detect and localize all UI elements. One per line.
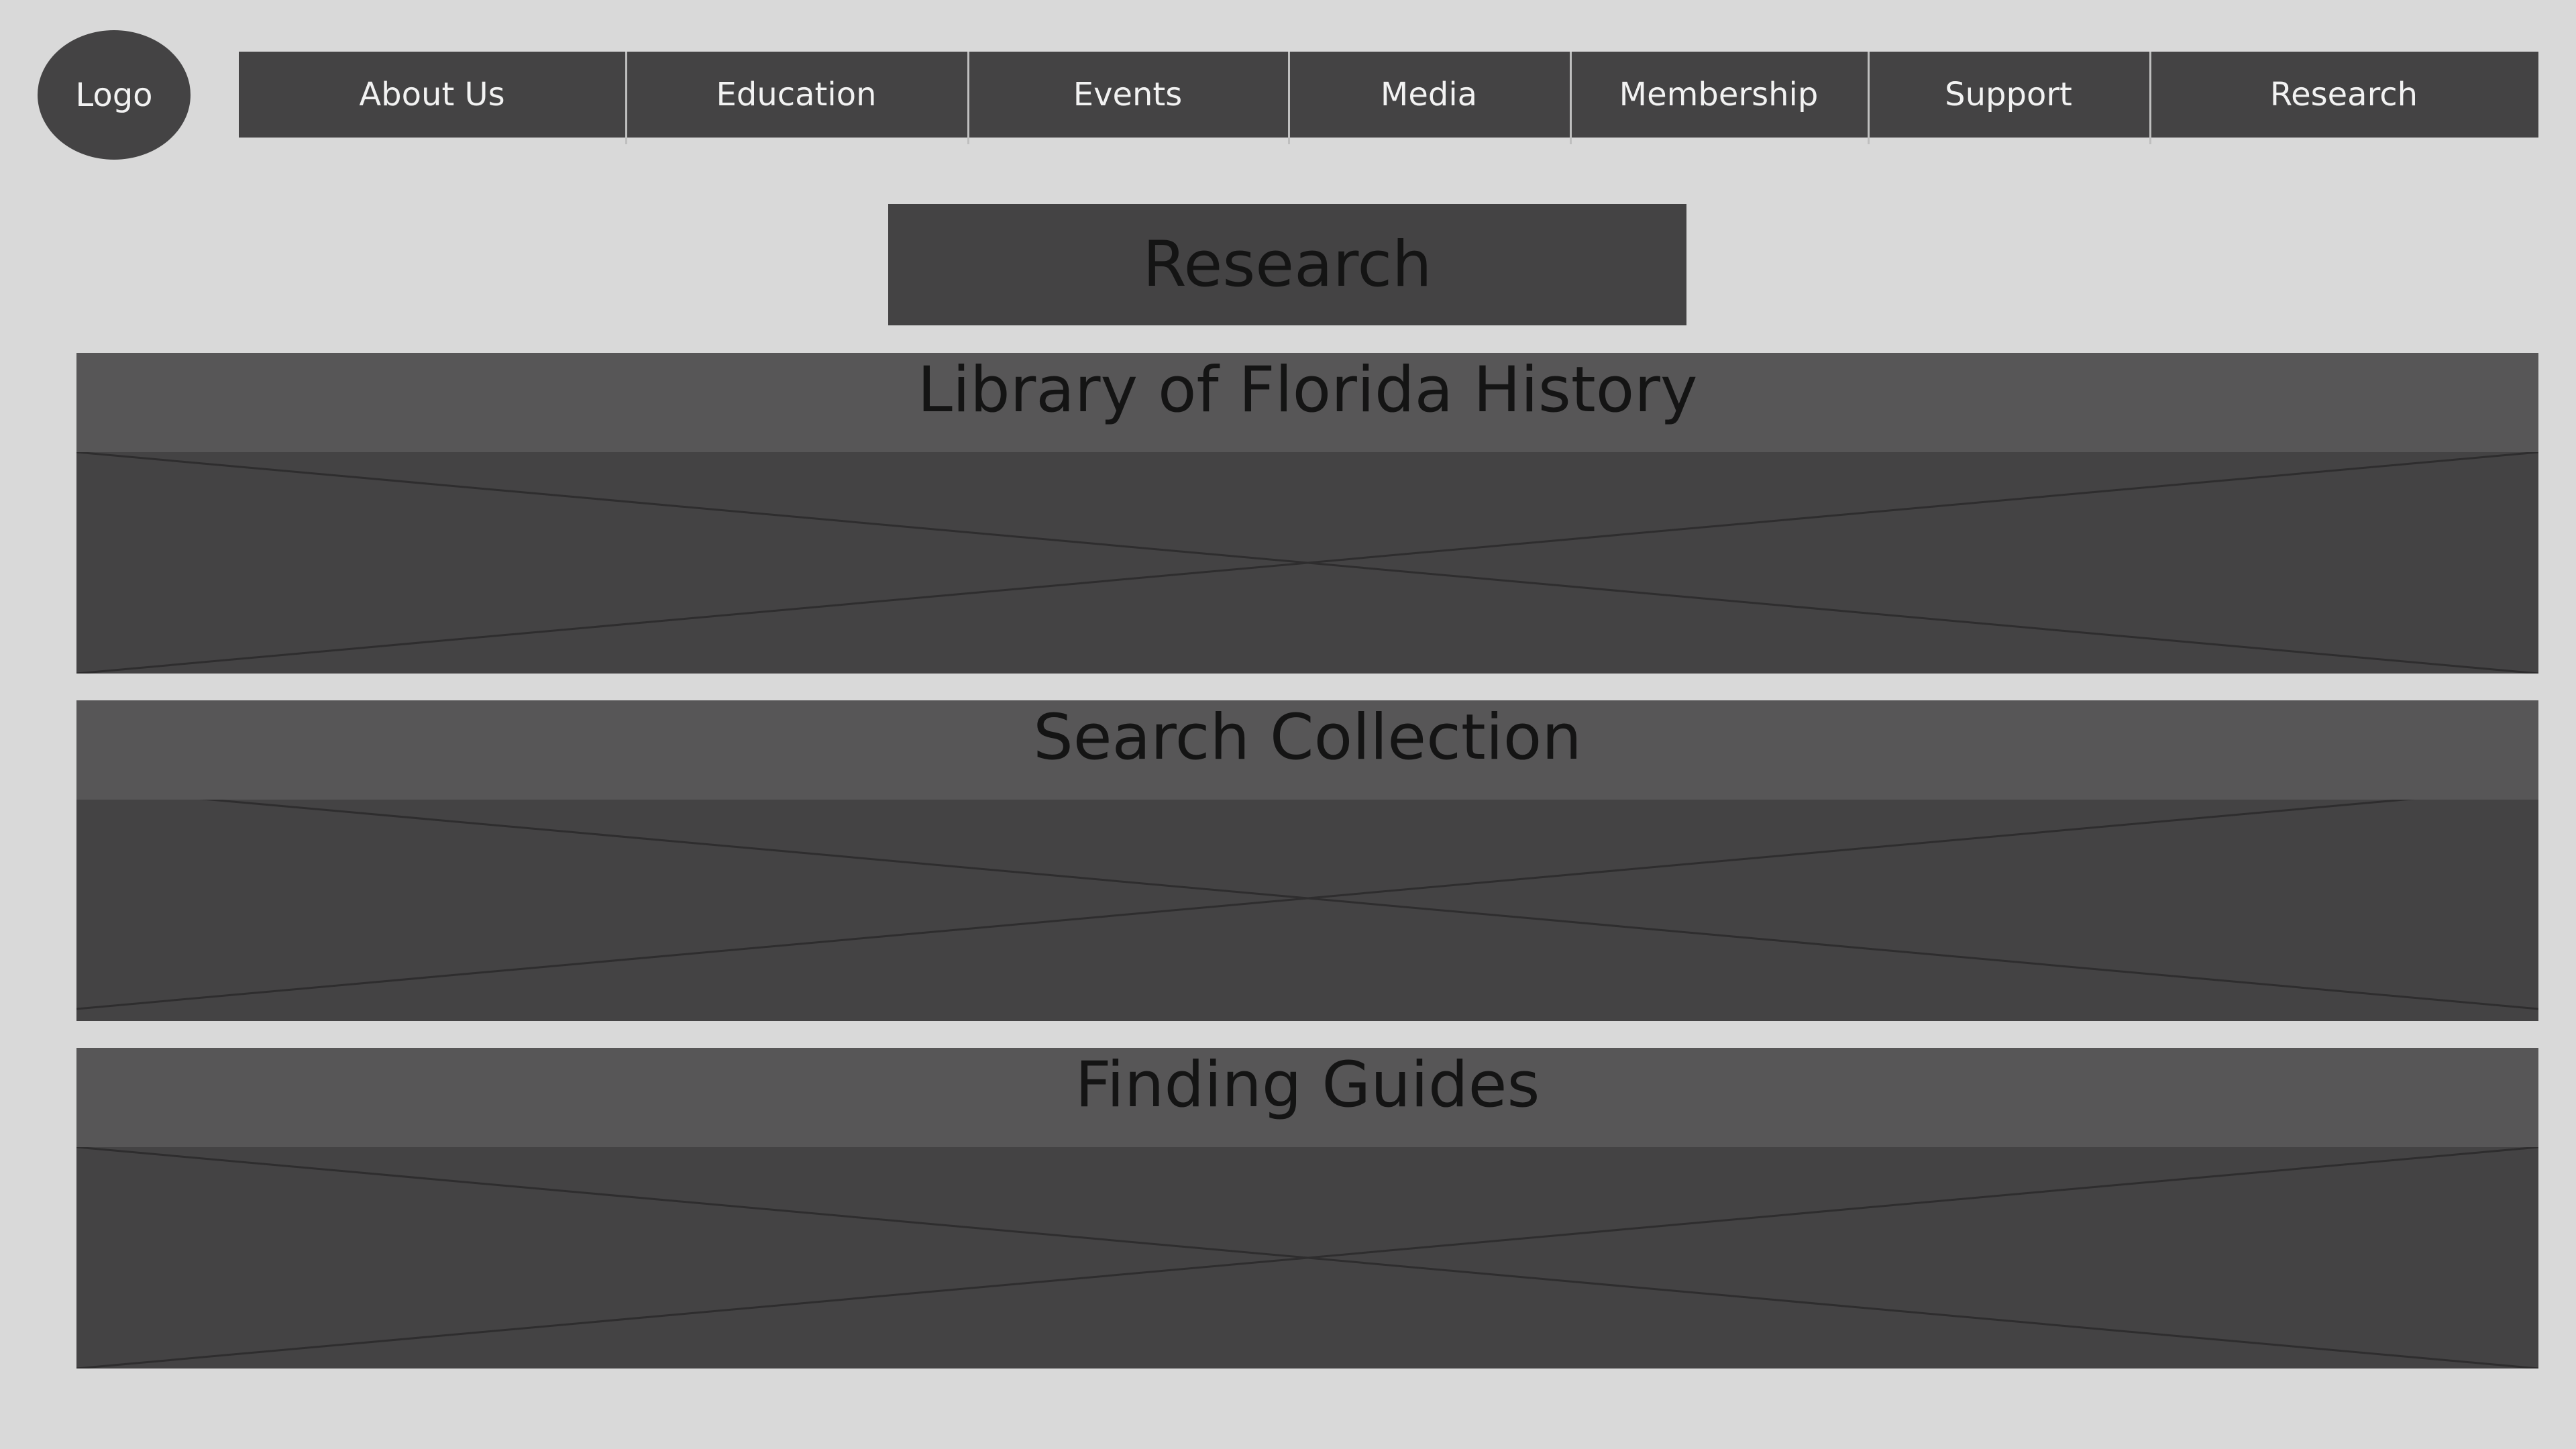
section-title: Search Collection	[76, 700, 2538, 800]
nav-item-support[interactable]: Support	[1868, 52, 2149, 144]
section-finding-guides[interactable]: Finding Guides	[76, 1048, 2538, 1368]
nav-item-membership[interactable]: Membership	[1570, 52, 1868, 144]
section-search-collection[interactable]: Search Collection	[76, 700, 2538, 1021]
nav-item-education[interactable]: Education	[625, 52, 967, 144]
nav-item-about-us[interactable]: About Us	[239, 52, 625, 138]
section-title: Finding Guides	[76, 1048, 2538, 1147]
image-placeholder	[76, 452, 2538, 674]
section-title: Library of Florida History	[76, 353, 2538, 452]
page-title: Research	[888, 204, 1686, 325]
nav-item-research[interactable]: Research	[2149, 52, 2538, 144]
nav-item-media[interactable]: Media	[1288, 52, 1570, 144]
section-library-of-florida-history[interactable]: Library of Florida History	[76, 353, 2538, 674]
nav-item-events[interactable]: Events	[967, 52, 1288, 144]
image-placeholder	[76, 1147, 2538, 1368]
image-placeholder	[76, 788, 2538, 1010]
main-nav: About Us Education Events Media Membersh…	[239, 52, 2538, 144]
logo[interactable]: Logo	[38, 30, 191, 160]
